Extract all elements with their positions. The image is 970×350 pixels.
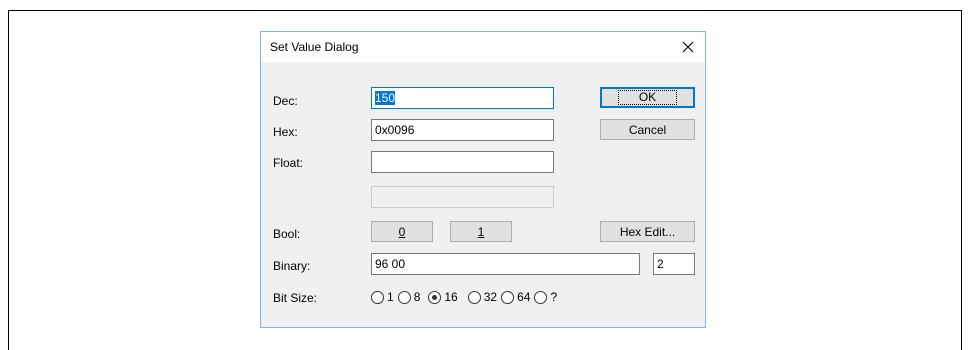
bit-size-option-label: 8 (413, 290, 421, 304)
cancel-label: Cancel (628, 122, 667, 137)
binary-input[interactable]: 96 00 (371, 253, 640, 275)
radio-selected-icon (428, 290, 442, 304)
binary-count: 2 (657, 257, 664, 271)
bit-size-radio-16[interactable]: 16 (428, 290, 458, 304)
hex-edit-label: Hex Edit... (619, 224, 676, 239)
binary-value: 96 00 (375, 257, 406, 271)
bit-size-label: Bit Size: (273, 291, 318, 305)
title-bar[interactable]: Set Value Dialog (261, 32, 705, 62)
dec-input[interactable]: 150 (371, 87, 554, 109)
binary-count-field[interactable]: 2 (653, 253, 695, 275)
set-value-dialog: Set Value Dialog Dec: 150 Hex: 0x0096 Fl… (260, 31, 706, 328)
binary-label: Binary: (273, 259, 311, 273)
ok-button[interactable]: OK (600, 87, 695, 108)
bit-size-option-label: 64 (517, 290, 531, 304)
hex-edit-button[interactable]: Hex Edit... (600, 221, 695, 242)
dialog-title: Set Value Dialog (270, 40, 359, 54)
radio-circle-icon (371, 290, 384, 304)
bit-size-option-label: 32 (483, 290, 498, 304)
bit-size-radio-group: 1 8 16 32 64 ? (371, 290, 561, 304)
bool-0-label: 0 (398, 224, 406, 239)
bool-label: Bool: (273, 227, 301, 241)
radio-circle-icon (534, 290, 548, 304)
bit-size-radio-32[interactable]: 32 (467, 290, 498, 304)
bit-size-radio-64[interactable]: 64 (501, 290, 530, 304)
bit-size-option-label: 1 (387, 290, 394, 304)
hex-value: 0x0096 (375, 123, 415, 137)
radio-circle-icon (467, 290, 481, 304)
ok-label: OK (617, 90, 678, 105)
bit-size-option-label: 16 (444, 290, 458, 304)
hex-input[interactable]: 0x0096 (371, 119, 554, 141)
hex-label: Hex: (273, 125, 298, 139)
dec-label: Dec: (273, 94, 298, 108)
bool-1-button[interactable]: 1 (450, 221, 512, 242)
close-icon (682, 41, 694, 53)
close-button[interactable] (671, 32, 705, 62)
float-label: Float: (273, 156, 304, 170)
bit-size-radio-1[interactable]: 1 (371, 290, 394, 304)
float-input[interactable] (371, 151, 554, 173)
float-extra-field (371, 186, 554, 208)
cancel-button[interactable]: Cancel (600, 119, 695, 140)
radio-circle-icon (397, 290, 411, 304)
bit-size-radio-8[interactable]: 8 (397, 290, 421, 304)
dec-value: 150 (375, 91, 396, 105)
bit-size-radio-unknown[interactable]: ? (534, 290, 557, 304)
radio-circle-icon (501, 290, 515, 304)
bool-1-label: 1 (477, 224, 485, 239)
bool-0-button[interactable]: 0 (371, 221, 433, 242)
bit-size-option-label: ? (550, 290, 558, 304)
